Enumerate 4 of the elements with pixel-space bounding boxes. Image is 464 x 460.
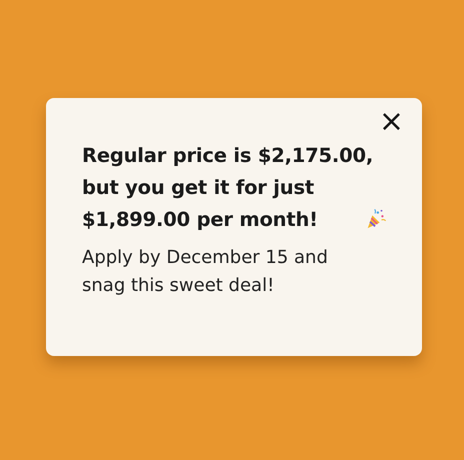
body-text: Apply by December 15 and snag this sweet deal!: [82, 246, 329, 298]
party-popper-icon: [365, 208, 388, 230]
headline: Regular price is $2,175.00, but you get it for just $1,899.00 per month!: [82, 143, 374, 233]
close-button[interactable]: ×: [374, 108, 408, 136]
